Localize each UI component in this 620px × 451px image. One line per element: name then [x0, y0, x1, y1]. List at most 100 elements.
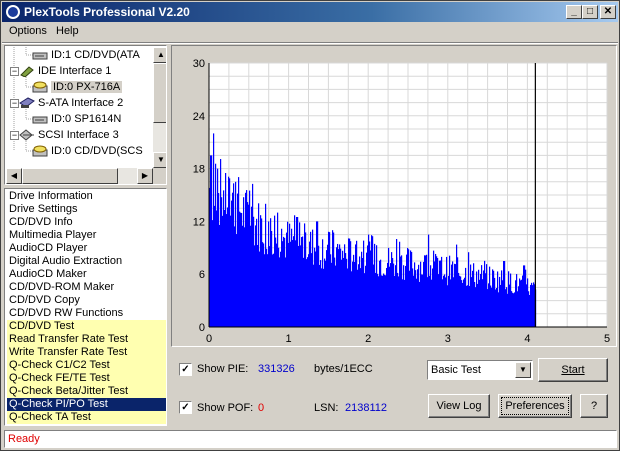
cd-drive-icon: [32, 81, 48, 93]
function-item[interactable]: Write Transfer Rate Test: [7, 346, 166, 359]
lsn-value: 2138112: [345, 402, 388, 414]
tree-horizontal-scrollbar[interactable]: ◀ ▶: [6, 168, 153, 184]
lsn-label: LSN:: [314, 402, 339, 414]
device-tree[interactable]: − − − ID:1 CD/DVD(ATA IDE Interface 1 ID:0 PX…: [4, 45, 167, 185]
app-logo-icon: [6, 5, 20, 19]
menu-options[interactable]: Options: [9, 25, 47, 37]
tree-hscroll-thumb[interactable]: [22, 168, 118, 184]
scsi-interface-icon: [19, 129, 35, 141]
pof-value: 0: [258, 402, 265, 414]
y-tick-label: 6: [199, 269, 205, 281]
y-tick-label: 18: [193, 164, 205, 176]
tree-collapse-icon[interactable]: −: [10, 67, 19, 76]
help-button[interactable]: ?: [580, 394, 608, 418]
sata-interface-icon: [19, 97, 35, 109]
function-item[interactable]: CD/DVD-ROM Maker: [7, 281, 166, 294]
show-pie-label: Show PIE:: [197, 363, 249, 375]
x-tick-label: 2: [365, 333, 371, 345]
function-item[interactable]: Digital Audio Extraction: [7, 255, 166, 268]
cd-drive-icon: [32, 145, 48, 157]
tree-collapse-icon[interactable]: −: [10, 99, 19, 108]
menu-separator: [2, 42, 618, 44]
tree-item[interactable]: SCSI Interface 3: [19, 127, 119, 143]
x-tick-label: 5: [604, 333, 610, 345]
title-bar[interactable]: PlexTools Professional V2.20 _ □ ✕: [2, 2, 618, 22]
function-item[interactable]: CD/DVD RW Functions: [7, 307, 166, 320]
function-item[interactable]: AudioCD Player: [7, 242, 166, 255]
tree-item-label: IDE Interface 1: [38, 65, 112, 77]
menu-help[interactable]: Help: [56, 25, 79, 37]
tree-collapse-icon[interactable]: −: [10, 131, 19, 140]
pie-unit: bytes/1ECC: [314, 363, 373, 375]
x-tick-label: 1: [286, 333, 292, 345]
test-controls: ✓ Show PIE: 331326 bytes/1ECC Basic Test…: [171, 349, 617, 426]
tree-item[interactable]: ID:0 SP1614N: [32, 111, 121, 127]
tree-item[interactable]: ID:0 PX-716A: [32, 79, 123, 95]
scroll-up-icon[interactable]: ▲: [153, 47, 166, 63]
y-tick-label: 24: [193, 111, 205, 123]
window-title: PlexTools Professional V2.20: [24, 5, 190, 19]
minimize-button[interactable]: _: [566, 5, 582, 19]
y-tick-label: 0: [199, 322, 205, 334]
tree-vscroll-thumb[interactable]: [153, 63, 166, 123]
pipo-chart: 06121824300 1 2 3 4 5: [193, 58, 610, 345]
menu-bar: Options Help: [2, 22, 618, 42]
tree-item-label: ID:0 CD/DVD(SCS: [51, 145, 143, 157]
maximize-button[interactable]: □: [582, 5, 598, 19]
function-item[interactable]: Q-Check C1/C2 Test: [7, 359, 166, 372]
function-item[interactable]: Q-Check PI/PO Test: [7, 398, 166, 411]
function-item[interactable]: Drive Information: [7, 190, 166, 203]
show-pie-checkbox[interactable]: ✓: [179, 363, 192, 376]
tree-item[interactable]: ID:0 CD/DVD(SCS: [32, 143, 143, 159]
start-button-label: Start: [561, 364, 585, 376]
view-log-button[interactable]: View Log: [428, 394, 490, 418]
chevron-down-icon[interactable]: ▼: [515, 362, 531, 378]
help-button-label: ?: [590, 400, 598, 412]
tree-item[interactable]: S-ATA Interface 2: [19, 95, 123, 111]
show-pof-label: Show POF:: [197, 402, 254, 414]
function-item[interactable]: CD/DVD Test: [7, 320, 166, 333]
x-tick-label: 3: [445, 333, 451, 345]
test-mode-select[interactable]: Basic Test ▼: [427, 360, 533, 380]
ide-interface-icon: [19, 65, 35, 78]
app-window: PlexTools Professional V2.20 _ □ ✕ Optio…: [0, 0, 620, 451]
status-text: Ready: [8, 433, 40, 445]
y-tick-label: 30: [193, 58, 205, 70]
tree-item-label: S-ATA Interface 2: [38, 97, 124, 109]
function-item[interactable]: Multimedia Player: [7, 229, 166, 242]
tree-item[interactable]: IDE Interface 1: [19, 63, 111, 79]
pie-value: 331326: [258, 363, 295, 375]
tree-item-label: ID:0 SP1614N: [51, 113, 122, 125]
device-tree-items: − − − ID:1 CD/DVD(ATA IDE Interface 1 ID:0 PX…: [6, 47, 152, 167]
preferences-label: Preferences: [501, 397, 569, 415]
function-item[interactable]: AudioCD Maker: [7, 268, 166, 281]
tree-item-label: ID:1 CD/DVD(ATA: [51, 49, 140, 61]
y-tick-label: 12: [193, 216, 205, 228]
function-item[interactable]: Q-Check FE/TE Test: [7, 372, 166, 385]
tree-item-label: ID:0 PX-716A: [51, 81, 123, 93]
function-item[interactable]: Read Transfer Rate Test: [7, 333, 166, 346]
function-item[interactable]: Q-Check Beta/Jitter Test: [7, 385, 166, 398]
function-item[interactable]: Drive Settings: [7, 203, 166, 216]
function-item[interactable]: Q-Check TA Test: [7, 411, 166, 424]
scroll-corner: [153, 168, 166, 184]
scroll-down-icon[interactable]: ▼: [153, 152, 166, 168]
drive-icon: [32, 49, 48, 61]
x-tick-label: 4: [524, 333, 530, 345]
test-mode-value: Basic Test: [431, 364, 481, 376]
close-button[interactable]: ✕: [600, 5, 616, 19]
show-pof-checkbox[interactable]: ✓: [179, 401, 192, 414]
drive-icon: [32, 113, 48, 125]
graph-panel: 0 6 12 18 24 30 0 1 2 3 4 5: [171, 45, 617, 347]
tree-item-label: SCSI Interface 3: [38, 129, 119, 141]
tree-item[interactable]: ID:1 CD/DVD(ATA: [32, 47, 140, 63]
tree-vertical-scrollbar[interactable]: ▲ ▼: [153, 47, 166, 168]
function-item[interactable]: CD/DVD Copy: [7, 294, 166, 307]
x-tick-label: 0: [206, 333, 212, 345]
function-list[interactable]: Drive Information Drive Settings CD/DVD In…: [4, 188, 167, 426]
preferences-button[interactable]: Preferences: [498, 394, 572, 418]
scroll-left-icon[interactable]: ◀: [6, 168, 22, 184]
scroll-right-icon[interactable]: ▶: [137, 168, 153, 184]
function-item[interactable]: CD/DVD Info: [7, 216, 166, 229]
start-button[interactable]: Start: [538, 358, 608, 382]
